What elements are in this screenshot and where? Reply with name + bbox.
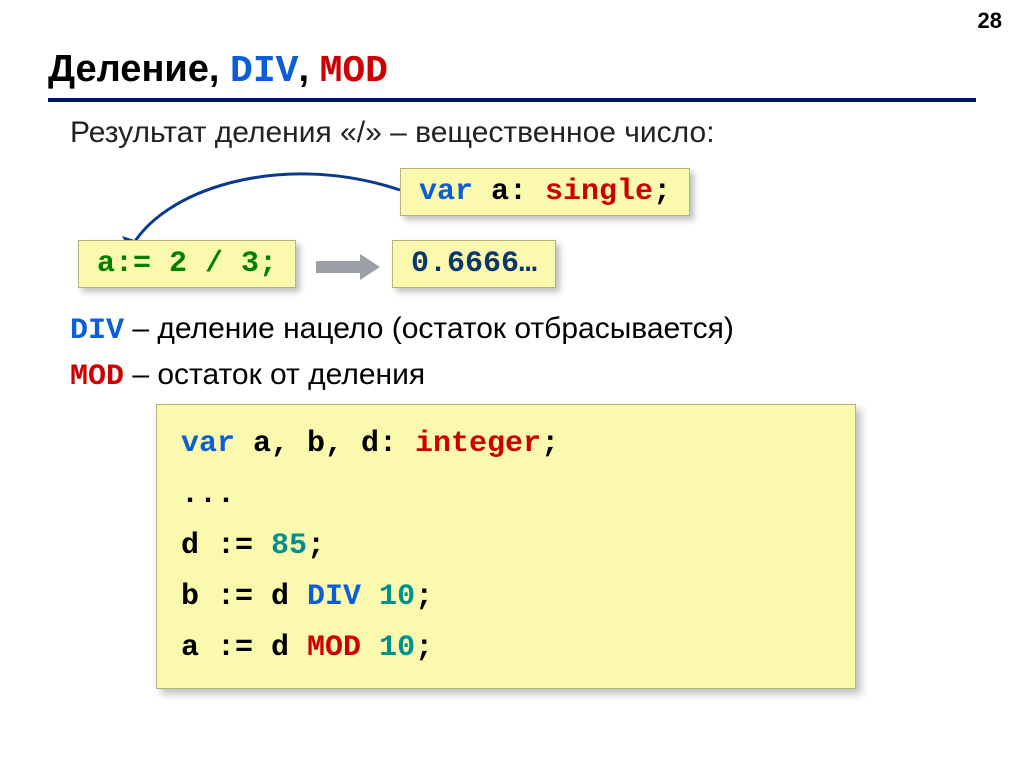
result-box: 0.6666… [392,240,556,288]
var-decl-box: var a: single; [400,168,690,216]
bb-semi5: ; [415,631,433,665]
bb-sp4 [361,580,379,614]
bb-10a: 10 [379,580,415,614]
def-div-line: DIV – деление нацело (остаток отбрасывае… [70,312,734,348]
bb-dots: ... [181,478,235,512]
title-sep2: , [298,48,319,90]
bb-mod-op: MOD [307,631,361,665]
title-underline [48,98,976,102]
title-mod: MOD [320,50,388,93]
title-word: Деление [48,48,209,90]
arrow-right-icon [316,256,380,278]
bb-div-op: DIV [307,580,361,614]
var-a: a: [473,175,545,209]
def-mod-kw: MOD [70,360,124,394]
kw-var: var [419,175,473,209]
bb-semi4: ; [415,580,433,614]
page-number: 28 [978,8,1002,34]
bb-b-lhs: b := d [181,580,307,614]
assign-box: a:= 2 / 3; [78,240,296,288]
bb-d-lhs: d := [181,529,271,563]
bb-85: 85 [271,529,307,563]
title-sep1: , [209,48,230,90]
slide-title: Деление, DIV, MOD [48,48,388,93]
bb-semi3: ; [307,529,325,563]
bb-integer: integer [415,427,541,461]
title-div: DIV [230,50,298,93]
bb-a-lhs: a := d [181,631,307,665]
def-mod-line: MOD – остаток от деления [70,358,425,394]
bb-10b: 10 [379,631,415,665]
bb-var: var [181,427,235,461]
kw-single: single [545,175,653,209]
bb-semi1: ; [541,427,559,461]
var-semi: ; [653,175,671,209]
code-block-main: var a, b, d: integer; ... d := 85; b := … [156,404,856,689]
bb-sp5 [361,631,379,665]
subtitle-text: Результат деления «/» – вещественное чис… [70,116,715,150]
def-div-kw: DIV [70,314,124,348]
bb-vars: a, b, d: [235,427,415,461]
def-mod-text: – остаток от деления [124,358,425,391]
def-div-text: – деление нацело (остаток отбрасывается) [124,312,734,345]
